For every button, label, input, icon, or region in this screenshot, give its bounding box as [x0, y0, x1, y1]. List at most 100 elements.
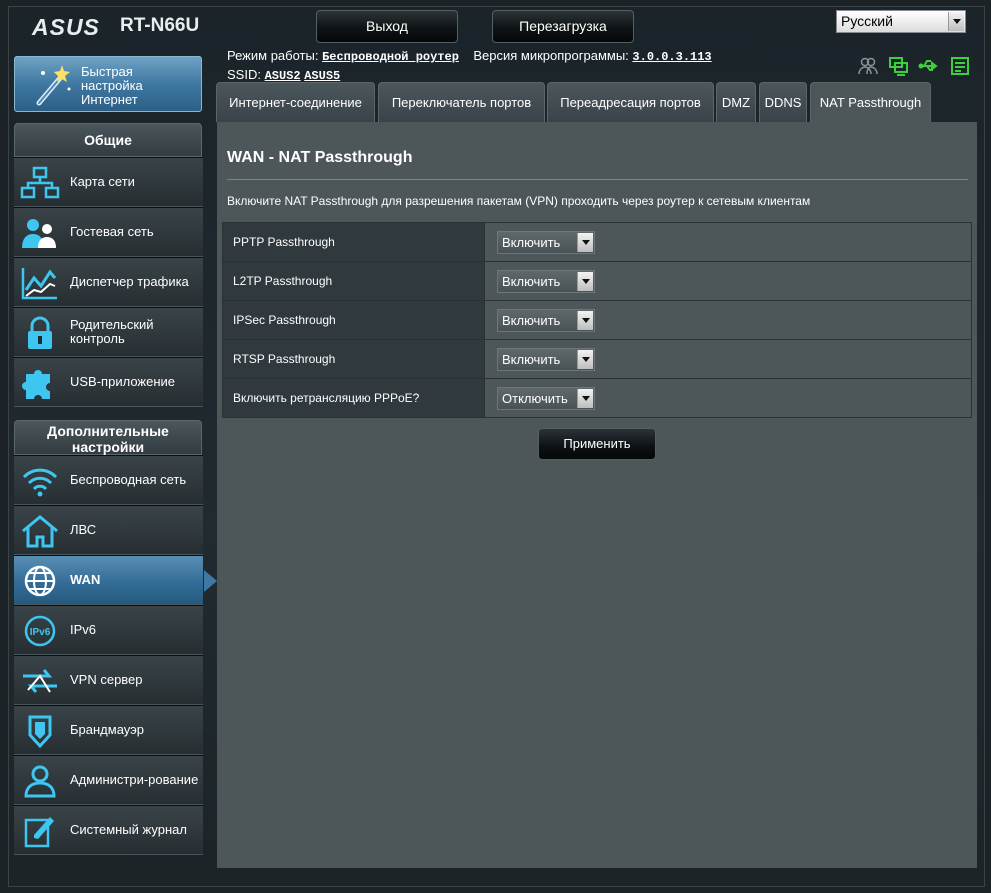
main-content: WAN - NAT Passthrough Включите NAT Passt… — [217, 122, 977, 868]
sidebar-item-label: Беспроводная сеть — [70, 472, 187, 487]
sidebar-item-label: Системный журнал — [70, 822, 187, 837]
sidebar-item-label: USB-приложение — [70, 374, 176, 389]
model-name: RT-N66U — [120, 15, 200, 36]
svg-text:IPv6: IPv6 — [30, 627, 51, 638]
table-row: IPSec Passthrough Включить — [222, 300, 972, 340]
sidebar-item-ipv6[interactable]: IPv6 IPv6 — [14, 605, 203, 655]
select-value: Включить — [502, 234, 561, 250]
chevron-down-icon — [577, 388, 593, 408]
pptp-passthrough-select[interactable]: Включить — [497, 230, 595, 254]
quick-setup-button[interactable]: Быстрая настройка Интернет — [14, 56, 202, 112]
chevron-down-icon — [577, 232, 593, 252]
sidebar-item-label: Брандмауэр — [70, 722, 144, 737]
apply-button[interactable]: Применить — [538, 428, 656, 460]
chevron-down-icon — [577, 310, 593, 330]
table-row: PPTP Passthrough Включить — [222, 222, 972, 262]
sidebar-item-wireless[interactable]: Беспроводная сеть — [14, 455, 203, 505]
mode-label: Режим работы: — [227, 48, 319, 63]
sidebar-item-label: ЛВС — [70, 522, 97, 537]
sidebar-item-label: VPN сервер — [70, 672, 143, 687]
settings-table: PPTP Passthrough Включить L2TP Passthrou… — [222, 222, 972, 418]
tab-ddns[interactable]: DDNS — [759, 82, 807, 122]
usb-status-icon[interactable] — [918, 56, 940, 76]
sidebar-item-network-map[interactable]: Карта сети — [14, 157, 203, 207]
ipv6-icon: IPv6 — [20, 614, 60, 648]
select-value: Включить — [502, 351, 561, 367]
table-row: RTSP Passthrough Включить — [222, 339, 972, 379]
wifi-icon — [20, 464, 60, 498]
row-label: PPTP Passthrough — [222, 222, 485, 262]
tab-nat-passthrough[interactable]: NAT Passthrough — [810, 82, 931, 122]
sidebar-item-administration[interactable]: Администри-рование — [14, 755, 203, 805]
l2tp-passthrough-select[interactable]: Включить — [497, 269, 595, 293]
sidebar-item-lan[interactable]: ЛВС — [14, 505, 203, 555]
sidebar-item-parental-control[interactable]: Родительский контроль — [14, 307, 203, 357]
general-section-header: Общие — [14, 123, 202, 157]
sidebar-item-wan[interactable]: WAN — [14, 555, 217, 605]
select-value: Отключить — [502, 390, 568, 406]
shield-icon — [20, 714, 60, 748]
sidebar-item-usb-application[interactable]: USB-приложение — [14, 357, 203, 407]
sidebar-item-system-log[interactable]: Системный журнал — [14, 805, 203, 855]
ipsec-passthrough-select[interactable]: Включить — [497, 308, 595, 332]
network-map-icon — [20, 166, 60, 200]
sidebar-item-label: Гостевая сеть — [70, 224, 154, 239]
title-divider — [227, 179, 968, 180]
tab-port-forwarding[interactable]: Переадресация портов — [547, 82, 714, 122]
asus-logo: ASUS — [32, 14, 100, 40]
home-icon — [20, 514, 60, 548]
select-value: Включить — [502, 273, 561, 289]
sidebar-item-guest-network[interactable]: Гостевая сеть — [14, 207, 203, 257]
ssid-link-0[interactable]: ASUS2 — [265, 69, 301, 83]
row-label: IPSec Passthrough — [222, 300, 485, 340]
tab-dmz[interactable]: DMZ — [716, 82, 756, 122]
sidebar-item-label: Администри-рование — [70, 772, 199, 787]
ssid-link-1[interactable]: ASUS5 — [304, 69, 340, 83]
sidebar-item-firewall[interactable]: Брандмауэр — [14, 705, 203, 755]
sidebar-item-vpn-server[interactable]: VPN сервер — [14, 655, 203, 705]
sidebar-item-label: Диспетчер трафика — [70, 274, 189, 289]
general-menu: Карта сети Гостевая сеть Диспетчер трафи… — [14, 157, 203, 407]
reboot-button[interactable]: Перезагрузка — [492, 10, 634, 43]
chevron-down-icon — [577, 271, 593, 291]
globe-icon — [20, 564, 60, 598]
tab-internet-connection[interactable]: Интернет-соединение — [216, 82, 375, 122]
logout-button[interactable]: Выход — [316, 10, 458, 43]
advanced-section-header: Дополнительные настройки — [14, 420, 202, 455]
printer-status-icon[interactable] — [949, 56, 971, 76]
log-icon — [20, 814, 60, 848]
pppoe-relay-select[interactable]: Отключить — [497, 386, 595, 410]
language-select[interactable]: Русский — [836, 10, 966, 33]
firmware-value-link[interactable]: 3.0.0.3.113 — [632, 50, 711, 64]
traffic-manager-icon — [20, 266, 60, 300]
network-status-icon[interactable] — [888, 56, 910, 76]
row-label: Включить ретрансляцию PPPoE? — [222, 378, 485, 418]
sidebar-item-traffic-manager[interactable]: Диспетчер трафика — [14, 257, 203, 307]
sidebar-item-label: Родительский контроль — [70, 317, 154, 346]
admin-icon — [20, 764, 60, 798]
chevron-down-icon — [577, 349, 593, 369]
sidebar-item-label: IPv6 — [70, 622, 97, 637]
page-title: WAN - NAT Passthrough — [227, 149, 413, 166]
table-row: Включить ретрансляцию PPPoE? Отключить — [222, 378, 972, 418]
quick-setup-label: Быстрая настройка Интернет — [81, 64, 143, 107]
tab-port-switch[interactable]: Переключатель портов — [378, 82, 545, 122]
guest-network-icon — [20, 216, 60, 250]
lock-icon — [20, 316, 60, 350]
firmware-label: Версия микропрограммы: — [473, 48, 629, 63]
sidebar-item-label: Карта сети — [70, 174, 135, 189]
ssid-info: SSID: ASUS2 ASUS5 — [227, 67, 340, 83]
row-label: L2TP Passthrough — [222, 261, 485, 301]
page-description: Включите NAT Passthrough для разрешения … — [227, 194, 811, 208]
row-label: RTSP Passthrough — [222, 339, 485, 379]
table-row: L2TP Passthrough Включить — [222, 261, 972, 301]
language-value: Русский — [841, 13, 893, 29]
advanced-menu: Беспроводная сеть ЛВС WAN IPv6 IPv6 VPN … — [14, 455, 217, 855]
puzzle-icon — [20, 366, 60, 400]
sidebar-item-label: WAN — [70, 572, 101, 587]
rtsp-passthrough-select[interactable]: Включить — [497, 347, 595, 371]
clients-icon[interactable] — [857, 56, 879, 76]
ssid-label: SSID: — [227, 67, 261, 82]
mode-value-link[interactable]: Беспроводной роутер — [322, 50, 459, 64]
chevron-down-icon — [948, 12, 964, 31]
